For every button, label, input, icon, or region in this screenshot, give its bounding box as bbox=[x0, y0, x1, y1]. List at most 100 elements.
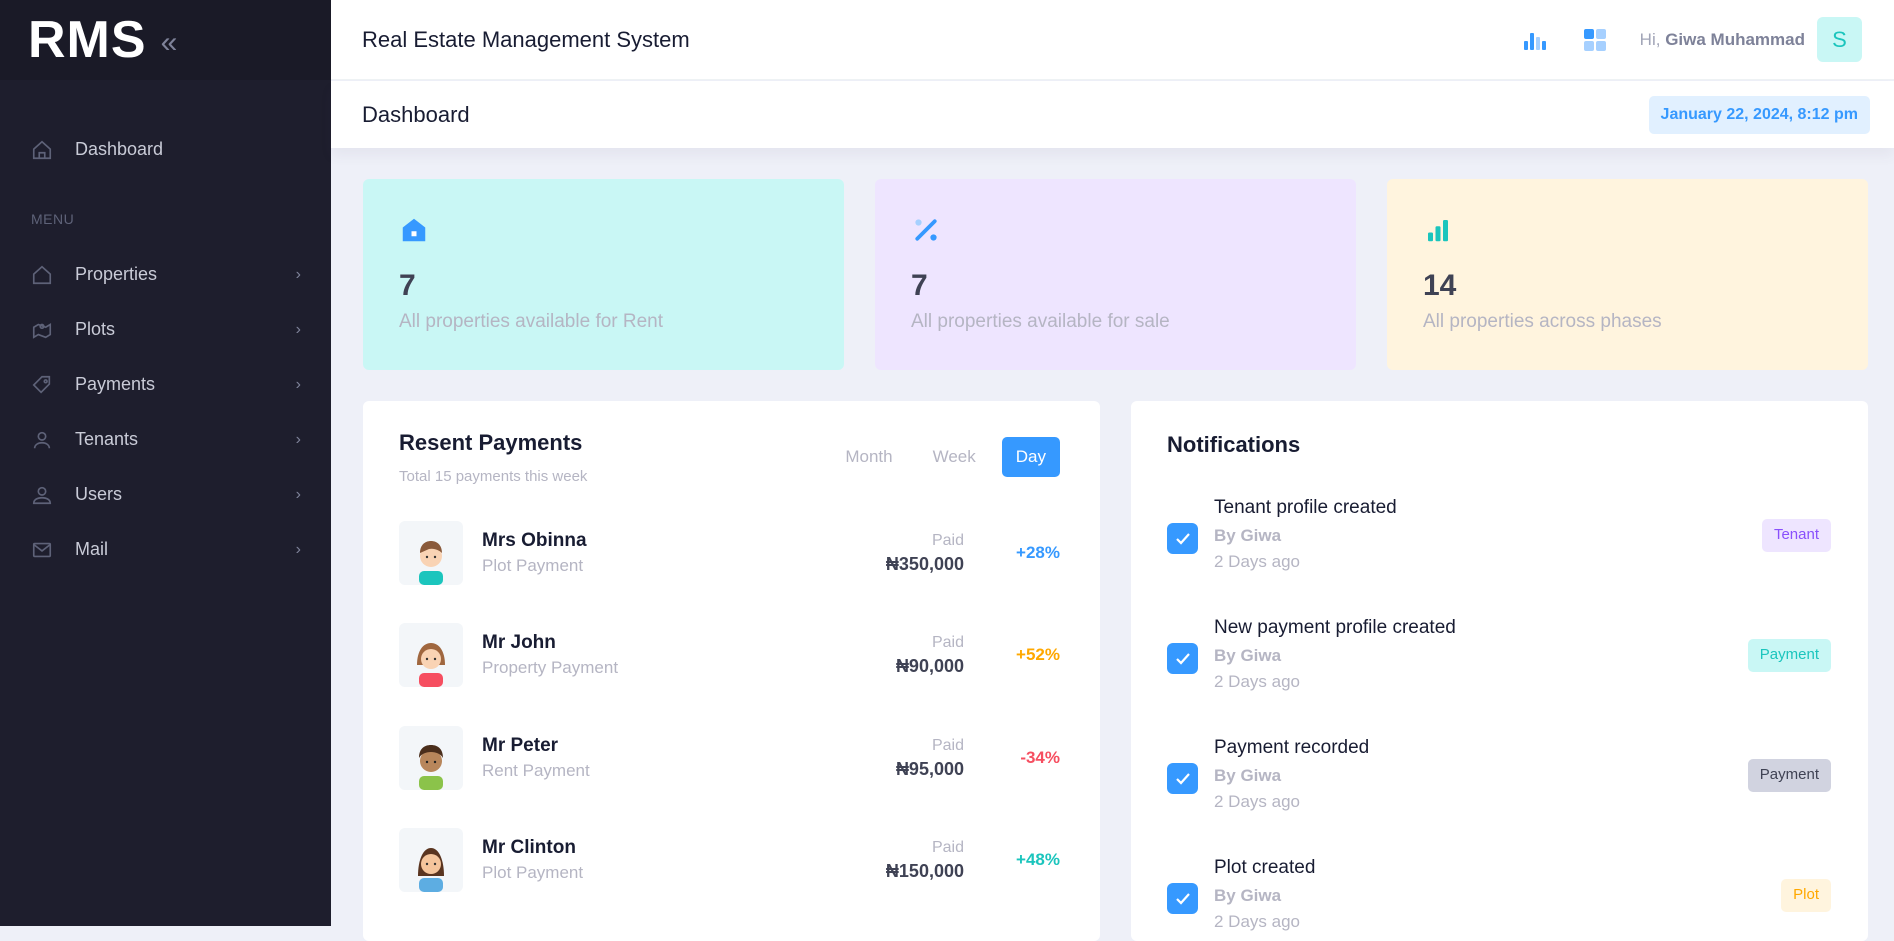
payment-status: Paid bbox=[931, 838, 964, 856]
avatar bbox=[399, 521, 463, 585]
users-icon bbox=[30, 483, 54, 507]
sidebar-item-label: Tenants bbox=[75, 429, 139, 449]
notification-time: 2 Days ago bbox=[1214, 672, 1300, 691]
chevron-right-icon: › bbox=[295, 485, 301, 503]
bar-chart-icon[interactable] bbox=[1520, 25, 1550, 55]
tab-week[interactable]: Week bbox=[919, 437, 990, 477]
home-icon bbox=[399, 215, 431, 247]
stat-card-phases: 14 All properties across phases bbox=[1387, 179, 1868, 370]
payment-status: Paid bbox=[931, 736, 964, 754]
notification-item: Plot created By Giwa 2 Days ago Plot bbox=[1167, 857, 1831, 932]
stat-label: All properties across phases bbox=[1423, 311, 1662, 332]
sidebar: RMS « Dashboard MENU Properties › Plots … bbox=[0, 0, 331, 926]
sidebar-item-payments[interactable]: Payments › bbox=[0, 357, 331, 412]
payment-change: +28% bbox=[1016, 543, 1060, 562]
sidebar-nav: Dashboard MENU Properties › Plots › Paym… bbox=[0, 80, 331, 577]
sidebar-item-label: Plots bbox=[75, 319, 116, 339]
stat-value: 7 bbox=[399, 269, 416, 302]
notification-time: 2 Days ago bbox=[1214, 792, 1300, 811]
check-icon[interactable] bbox=[1167, 643, 1198, 674]
card-title: Resent Payments bbox=[399, 430, 583, 455]
avatar bbox=[399, 828, 463, 892]
sidebar-item-properties[interactable]: Properties › bbox=[0, 247, 331, 302]
home-icon bbox=[30, 263, 54, 287]
map-icon bbox=[30, 318, 54, 342]
notification-item: New payment profile created By Giwa 2 Da… bbox=[1167, 617, 1831, 692]
list-item[interactable]: Mr Clinton Plot Payment Paid ₦150,000 +4… bbox=[399, 828, 1060, 892]
stat-value: 7 bbox=[911, 269, 928, 302]
tab-day[interactable]: Day bbox=[1001, 437, 1060, 477]
brand-logo[interactable]: RMS bbox=[28, 10, 147, 70]
notification-item: Tenant profile created By Giwa 2 Days ag… bbox=[1167, 497, 1831, 572]
notification-title: New payment profile created bbox=[1214, 617, 1456, 638]
stat-value: 14 bbox=[1423, 269, 1457, 302]
notification-time: 2 Days ago bbox=[1214, 912, 1300, 931]
app-title: Real Estate Management System bbox=[362, 26, 690, 52]
sidebar-item-tenants[interactable]: Tenants › bbox=[0, 412, 331, 467]
check-icon[interactable] bbox=[1167, 763, 1198, 794]
layout-grid-icon[interactable] bbox=[1580, 25, 1610, 55]
chevron-right-icon: › bbox=[295, 320, 301, 338]
avatar[interactable]: S bbox=[1817, 17, 1862, 62]
payment-change: +52% bbox=[1016, 645, 1060, 664]
payment-amount: ₦350,000 bbox=[885, 553, 964, 574]
subheader: Dashboard January 22, 2024, 8:12 pm bbox=[331, 81, 1894, 148]
chevron-right-icon: › bbox=[295, 540, 301, 558]
list-item[interactable]: Mr Peter Rent Payment Paid ₦95,000 -34% bbox=[399, 726, 1060, 790]
notifications-card: Notifications Tenant profile created By … bbox=[1131, 401, 1868, 941]
notification-item: Payment recorded By Giwa 2 Days ago Paym… bbox=[1167, 737, 1831, 812]
greeting-prefix: Hi, bbox=[1639, 29, 1661, 49]
payment-change: -34% bbox=[1020, 748, 1060, 767]
check-icon[interactable] bbox=[1167, 523, 1198, 554]
menu-heading: MENU bbox=[31, 211, 75, 227]
sidebar-item-users[interactable]: Users › bbox=[0, 467, 331, 522]
card-title: Notifications bbox=[1167, 432, 1301, 457]
sidebar-item-label: Properties bbox=[75, 264, 158, 284]
notification-title: Tenant profile created bbox=[1214, 497, 1397, 518]
date-badge: January 22, 2024, 8:12 pm bbox=[1648, 95, 1870, 134]
stat-card-sale: 7 All properties available for sale bbox=[875, 179, 1356, 370]
stat-card-rent: 7 All properties available for Rent bbox=[363, 179, 844, 370]
page-title: Dashboard bbox=[362, 101, 470, 127]
bar-chart-icon bbox=[1423, 215, 1455, 247]
payment-type: Plot Payment bbox=[482, 556, 584, 575]
status-badge: Tenant bbox=[1761, 519, 1831, 552]
notification-title: Payment recorded bbox=[1214, 737, 1370, 758]
top-header: Real Estate Management System Hi, Giwa M… bbox=[331, 0, 1894, 80]
period-tabs: Month Week Day bbox=[819, 437, 1060, 477]
sidebar-item-mail[interactable]: Mail › bbox=[0, 522, 331, 577]
notification-author: By Giwa bbox=[1214, 766, 1282, 785]
payment-amount: ₦95,000 bbox=[895, 758, 964, 779]
stat-label: All properties available for Rent bbox=[399, 311, 664, 332]
home-icon bbox=[30, 138, 54, 162]
mail-icon bbox=[30, 538, 54, 562]
payment-status: Paid bbox=[931, 531, 964, 549]
avatar bbox=[399, 726, 463, 790]
notification-title: Plot created bbox=[1214, 857, 1316, 878]
sidebar-item-dashboard[interactable]: Dashboard bbox=[0, 122, 331, 177]
recent-payments-card: Resent Payments Total 15 payments this w… bbox=[363, 401, 1100, 941]
status-badge: Payment bbox=[1747, 759, 1831, 792]
chevron-right-icon: › bbox=[295, 375, 301, 393]
double-chevron-left-icon[interactable]: « bbox=[161, 26, 178, 60]
card-subtitle: Total 15 payments this week bbox=[399, 468, 588, 485]
brand: RMS « bbox=[0, 0, 331, 80]
sidebar-item-label: Payments bbox=[75, 374, 156, 394]
payment-type: Property Payment bbox=[482, 658, 619, 677]
user-icon bbox=[30, 428, 54, 452]
sidebar-item-label: Dashboard bbox=[75, 139, 164, 159]
user-greeting[interactable]: Hi, Giwa Muhammad bbox=[1640, 30, 1805, 50]
tag-icon bbox=[30, 373, 54, 397]
chevron-right-icon: › bbox=[295, 430, 301, 448]
notification-author: By Giwa bbox=[1214, 526, 1282, 545]
avatar bbox=[399, 623, 463, 687]
check-icon[interactable] bbox=[1167, 883, 1198, 914]
payer-name: Mr Clinton bbox=[482, 837, 576, 858]
status-badge: Payment bbox=[1747, 639, 1831, 672]
list-item[interactable]: Mr John Property Payment Paid ₦90,000 +5… bbox=[399, 623, 1060, 687]
tab-month[interactable]: Month bbox=[831, 437, 906, 477]
sidebar-item-plots[interactable]: Plots › bbox=[0, 302, 331, 357]
chevron-right-icon: › bbox=[295, 265, 301, 283]
notification-author: By Giwa bbox=[1214, 646, 1282, 665]
list-item[interactable]: Mrs Obinna Plot Payment Paid ₦350,000 +2… bbox=[399, 521, 1060, 585]
